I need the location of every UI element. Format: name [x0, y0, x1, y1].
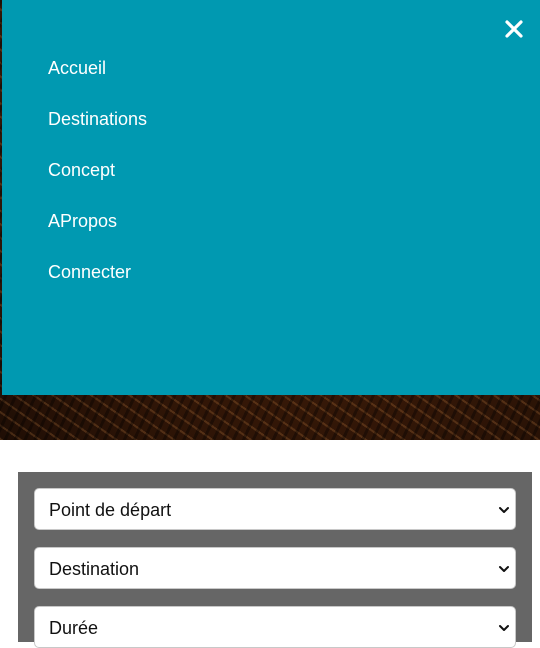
nav-link-concept[interactable]: Concept [48, 160, 115, 180]
close-menu-button[interactable] [502, 17, 526, 41]
nav-list: Accueil Destinations Concept APropos Con… [48, 57, 147, 312]
nav-item-destinations: Destinations [48, 108, 147, 159]
nav-item-connecter: Connecter [48, 261, 147, 312]
nav-link-accueil[interactable]: Accueil [48, 58, 106, 78]
nav-link-destinations[interactable]: Destinations [48, 109, 147, 129]
chevron-down-icon [498, 563, 510, 575]
departure-select[interactable]: Point de départ [34, 488, 516, 530]
nav-link-connecter[interactable]: Connecter [48, 262, 131, 282]
nav-item-apropos: APropos [48, 210, 147, 261]
departure-select-value: Point de départ [49, 500, 172, 520]
destination-select[interactable]: Destination [34, 547, 516, 589]
nav-link-apropos[interactable]: APropos [48, 211, 117, 231]
close-icon [505, 20, 523, 38]
duration-select[interactable]: Durée [34, 606, 516, 648]
navigation-menu: Accueil Destinations Concept APropos Con… [2, 0, 540, 395]
nav-item-accueil: Accueil [48, 57, 147, 108]
destination-select-value: Destination [49, 559, 140, 579]
nav-item-concept: Concept [48, 159, 147, 210]
duration-select-value: Durée [49, 618, 99, 638]
search-panel: Point de départ Destination Durée [18, 472, 532, 648]
chevron-down-icon [498, 622, 510, 634]
chevron-down-icon [498, 504, 510, 516]
